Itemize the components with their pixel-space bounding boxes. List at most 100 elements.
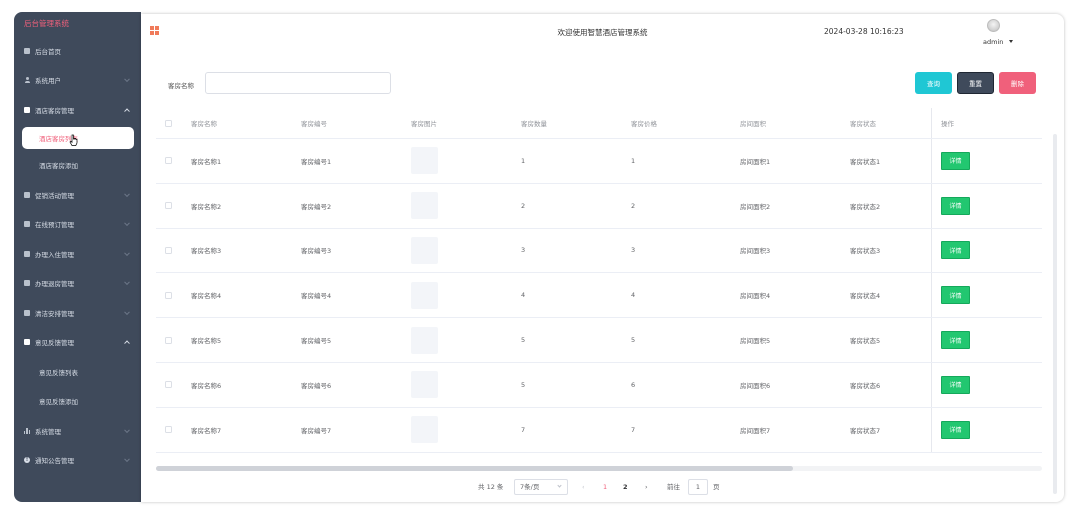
detail-button[interactable]: 详情 xyxy=(941,241,970,260)
cell-name: 客房名称6 xyxy=(191,381,222,390)
detail-button[interactable]: 详情 xyxy=(941,420,970,439)
chevron-down-icon xyxy=(124,250,130,256)
horizontal-scrollbar[interactable] xyxy=(156,466,1042,471)
cell-price: 4 xyxy=(631,291,636,300)
chevron-down-icon xyxy=(124,279,130,286)
row-checkbox[interactable] xyxy=(165,246,172,254)
row-checkbox[interactable] xyxy=(165,381,172,389)
sidebar-item-home[interactable]: 后台首页 xyxy=(14,36,141,66)
room-image xyxy=(411,281,438,309)
goto-page-input[interactable]: 1 xyxy=(688,479,708,495)
room-image-cell xyxy=(411,139,438,183)
cell-actions: 详情 xyxy=(941,408,970,452)
sidebar-item-cleaning[interactable]: 清洁安排管理 xyxy=(14,298,141,328)
search-label: 客房名称 xyxy=(168,82,194,90)
brand-title: 后台管理系统 xyxy=(24,19,69,28)
row-checkbox[interactable] xyxy=(165,426,172,434)
caret-down-icon[interactable] xyxy=(1009,40,1013,43)
cell-price: 7 xyxy=(631,425,636,434)
cell-actions: 详情 xyxy=(941,229,970,273)
table-row: 客房名称5 客房编号5 5 5 房间面积5 客房状态5 详情 xyxy=(156,318,1042,363)
fixed-column-divider xyxy=(931,183,932,228)
menu-icon xyxy=(24,191,30,198)
pagination: 共 12 条 7条/页 ‹ 1 2 › 前往 1 页 xyxy=(141,479,1064,495)
next-page-button[interactable]: › xyxy=(645,479,648,495)
sidebar-item-system[interactable]: 系统管理 xyxy=(14,416,141,446)
table-row: 客房名称7 客房编号7 7 7 房间面积7 客房状态7 详情 xyxy=(156,407,1042,453)
sidebar-item-feedback-list[interactable]: 意见反馈列表 xyxy=(14,357,141,387)
column-header: 客房编号 xyxy=(301,120,327,128)
cell-name: 客房名称2 xyxy=(191,202,222,211)
row-checkbox[interactable] xyxy=(165,336,172,344)
cell-actions: 详情 xyxy=(941,273,970,317)
prev-page-button[interactable]: ‹ xyxy=(582,479,585,495)
cell-qty: 3 xyxy=(521,246,526,255)
vertical-scrollbar[interactable] xyxy=(1053,134,1057,494)
column-header: 客房图片 xyxy=(411,120,437,128)
user-menu[interactable]: admin xyxy=(983,38,1003,46)
sidebar-item-room-management[interactable]: 酒店客房管理 xyxy=(14,95,141,125)
sidebar-item-feedback-add[interactable]: 意见反馈添加 xyxy=(14,387,141,417)
room-image xyxy=(411,326,438,354)
query-button[interactable]: 查询 xyxy=(915,72,952,94)
sidebar-item-room-list[interactable]: 酒店客房列表 xyxy=(22,126,134,149)
goto-label: 前往 xyxy=(667,483,680,491)
sidebar-item-checkin[interactable]: 办理入住管理 xyxy=(14,239,141,269)
reset-button[interactable]: 重置 xyxy=(957,72,994,94)
sidebar-item-label: 意见反馈添加 xyxy=(39,398,78,407)
detail-button[interactable]: 详情 xyxy=(941,375,970,394)
main-panel: 欢迎使用智慧酒店管理系统 2024-03-28 10:16:23 admin 客… xyxy=(141,14,1064,502)
sidebar-item-label: 意见反馈列表 xyxy=(39,368,78,377)
chevron-down-icon xyxy=(124,220,130,227)
sidebar-item-checkout[interactable]: 办理退房管理 xyxy=(14,269,141,299)
sidebar-item-bookings[interactable]: 在线预订管理 xyxy=(14,210,141,240)
cell-name: 客房名称1 xyxy=(191,157,222,166)
detail-button[interactable]: 详情 xyxy=(941,151,970,170)
fixed-column-divider xyxy=(931,407,932,452)
avatar[interactable] xyxy=(987,19,1000,32)
cell-status: 客房状态6 xyxy=(850,381,881,390)
cell-qty: 1 xyxy=(521,156,526,165)
page-number[interactable]: 1 xyxy=(603,479,607,495)
row-checkbox[interactable] xyxy=(165,202,172,210)
table-row: 客房名称1 客房编号1 1 1 房间面积1 客房状态1 详情 xyxy=(156,139,1042,184)
cell-area: 房间面积4 xyxy=(740,292,771,301)
sidebar-item-label: 后台首页 xyxy=(35,47,61,56)
menu-icon xyxy=(24,309,30,316)
fixed-column-divider xyxy=(931,318,932,362)
cell-name: 客房名称5 xyxy=(191,337,222,346)
sidebar-item-room-add[interactable]: 酒店客房添加 xyxy=(14,151,141,181)
sidebar-item-notices[interactable]: ! 通知公告管理 xyxy=(14,446,141,476)
delete-button[interactable]: 删除 xyxy=(999,72,1036,94)
cell-status: 客房状态2 xyxy=(850,202,881,211)
sidebar-item-label: 酒店客房添加 xyxy=(39,162,78,171)
chevron-down-icon xyxy=(557,483,562,488)
total-count: 共 12 条 xyxy=(478,483,504,491)
sidebar-item-label: 促销活动管理 xyxy=(35,191,74,200)
cell-actions: 详情 xyxy=(941,184,970,228)
room-image-cell xyxy=(411,273,438,317)
sidebar-item-label: 酒店客房管理 xyxy=(35,106,74,115)
cell-qty: 5 xyxy=(521,380,526,389)
detail-button[interactable]: 详情 xyxy=(941,196,970,215)
chevron-up-icon xyxy=(124,108,130,114)
select-all-checkbox[interactable] xyxy=(165,119,172,127)
page-size-select[interactable]: 7条/页 xyxy=(514,479,568,495)
detail-button[interactable]: 详情 xyxy=(941,286,970,305)
chevron-up-icon xyxy=(124,340,130,347)
sidebar-item-feedback[interactable]: 意见反馈管理 xyxy=(14,328,141,358)
page-number[interactable]: 2 xyxy=(623,479,628,495)
cell-name: 客房名称4 xyxy=(191,292,222,301)
sidebar-item-label: 系统用户 xyxy=(35,77,61,86)
row-checkbox[interactable] xyxy=(165,291,172,299)
detail-button[interactable]: 详情 xyxy=(941,331,970,350)
info-icon: ! xyxy=(24,457,30,464)
room-image-cell xyxy=(411,229,438,273)
sidebar-item-promotions[interactable]: 促销活动管理 xyxy=(14,180,141,210)
sidebar-item-label: 系统管理 xyxy=(35,427,61,436)
search-input[interactable] xyxy=(205,72,391,94)
room-image xyxy=(411,371,438,399)
row-checkbox[interactable] xyxy=(165,157,172,165)
sidebar-item-users[interactable]: 系统用户 xyxy=(14,66,141,96)
scrollbar-thumb[interactable] xyxy=(156,466,793,471)
